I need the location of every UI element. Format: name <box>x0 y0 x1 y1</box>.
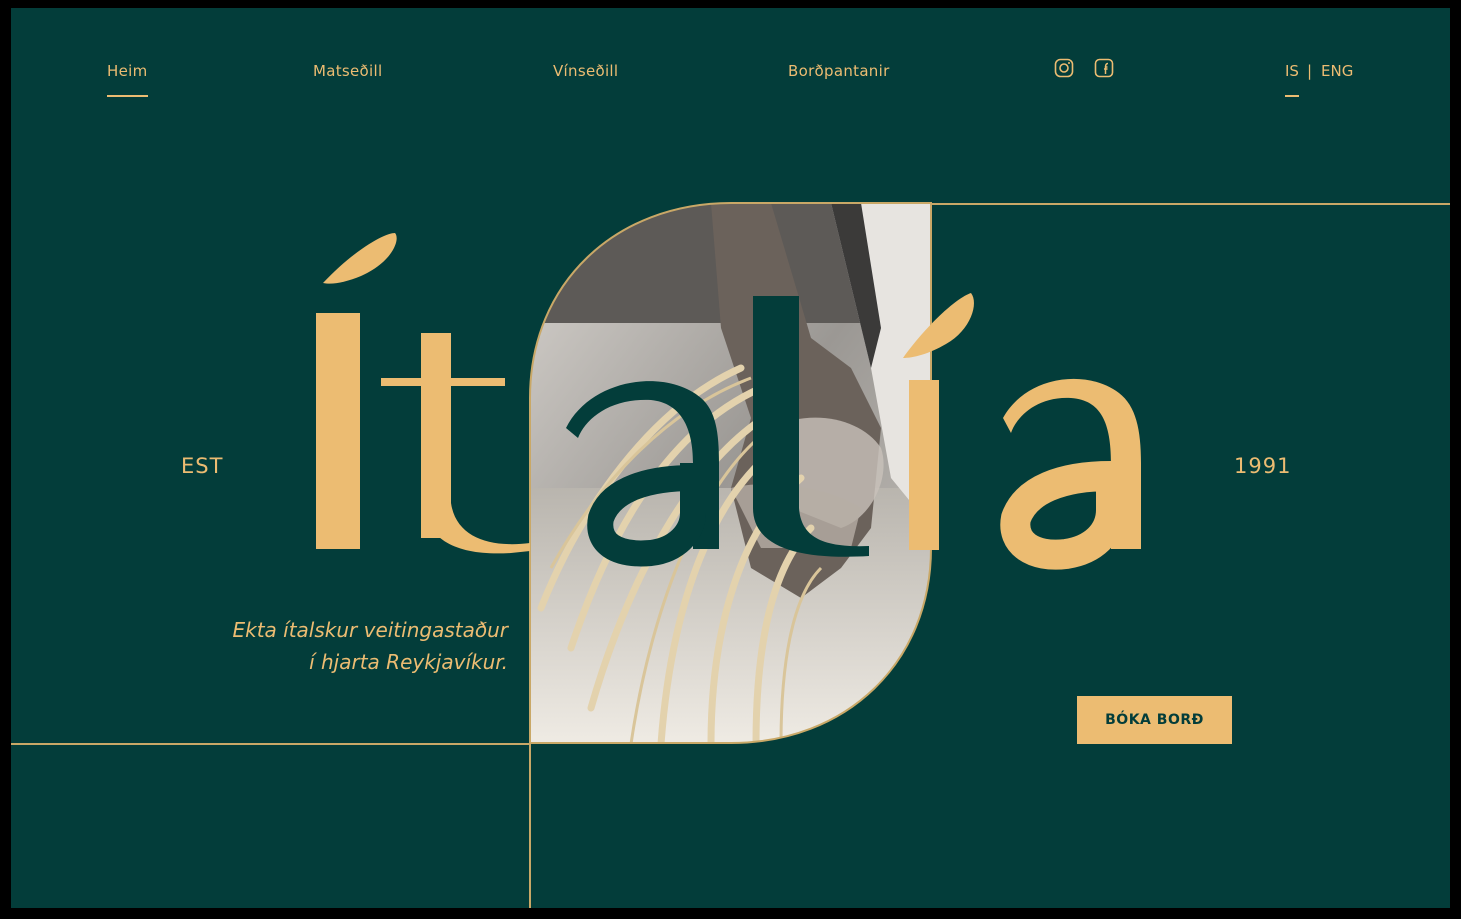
page-frame: Heim Matseðill Vínseðill Borðpantanir IS… <box>11 8 1450 908</box>
wordmark-accent-1 <box>323 233 397 284</box>
wordmark-letter-t <box>381 333 530 554</box>
pasta-photo <box>530 203 931 743</box>
wordmark-letter-i <box>316 313 360 549</box>
year-label: 1991 <box>1234 454 1292 478</box>
est-label: EST <box>181 454 224 478</box>
wordmark-letter-i2 <box>909 380 939 550</box>
book-table-button[interactable]: BÓKA BORÐ <box>1077 696 1232 744</box>
top-right-line <box>931 203 1450 205</box>
bottom-left-line <box>11 743 531 745</box>
vertical-line <box>529 743 531 908</box>
wordmark-letter-l <box>753 296 799 476</box>
wordmark-letter-a2 <box>1000 378 1141 570</box>
tagline-line-2: í hjarta Reykjavíkur. <box>309 650 508 674</box>
tagline: Ekta ítalskur veitingastaður í hjarta Re… <box>232 614 508 678</box>
tagline-line-1: Ekta ítalskur veitingastaður <box>232 618 508 642</box>
